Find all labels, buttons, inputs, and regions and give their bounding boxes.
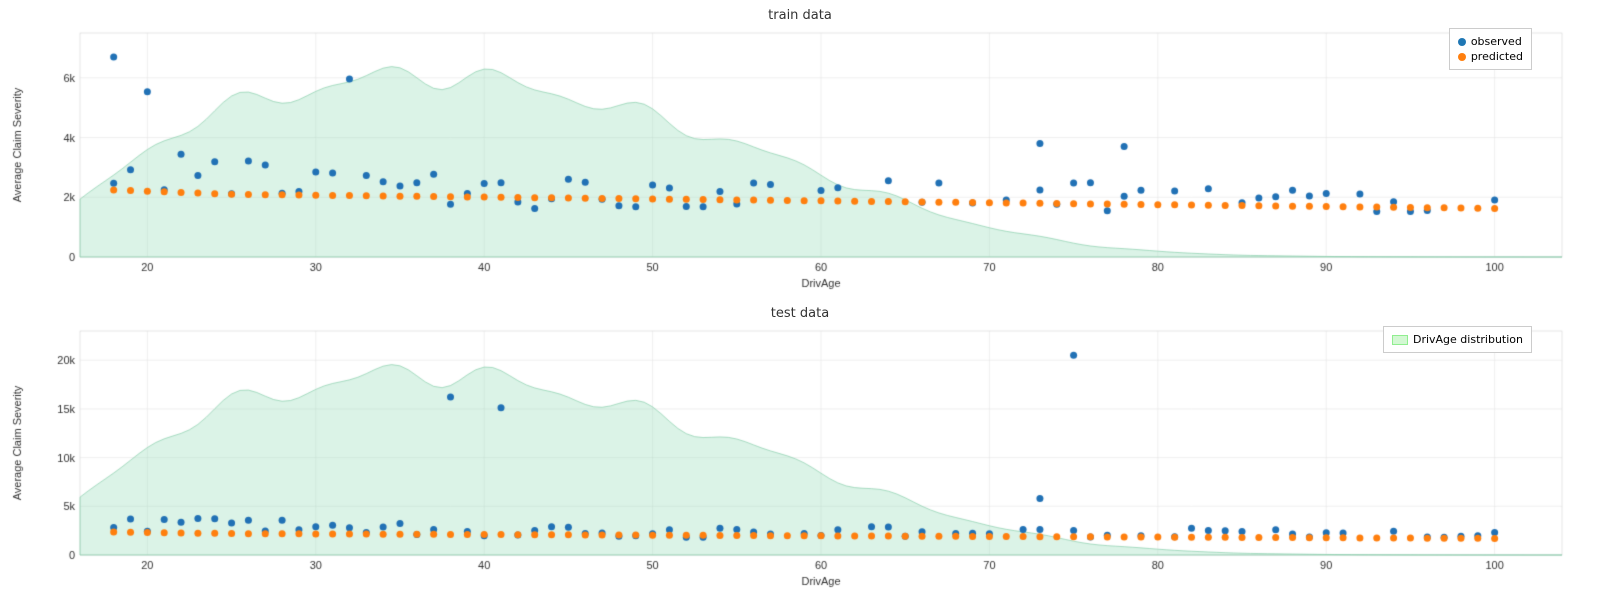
observed-label: observed [1471,35,1522,48]
predicted-dot [1458,53,1466,61]
drivage-dist-legend-item: DrivAge distribution [1392,333,1523,346]
drivage-dist-rect [1392,335,1408,345]
train-chart [8,23,1592,297]
train-chart-title: train data [8,4,1592,23]
test-chart [8,321,1592,595]
predicted-label: predicted [1471,50,1523,63]
main-container: train data observed predicted test data … [0,0,1600,600]
test-chart-title: test data [8,302,1592,321]
predicted-legend-item: predicted [1458,50,1523,63]
observed-legend-item: observed [1458,35,1523,48]
drivage-dist-label: DrivAge distribution [1413,333,1523,346]
test-legend: DrivAge distribution [1383,326,1532,353]
observed-dot [1458,38,1466,46]
train-legend: observed predicted [1449,28,1532,70]
